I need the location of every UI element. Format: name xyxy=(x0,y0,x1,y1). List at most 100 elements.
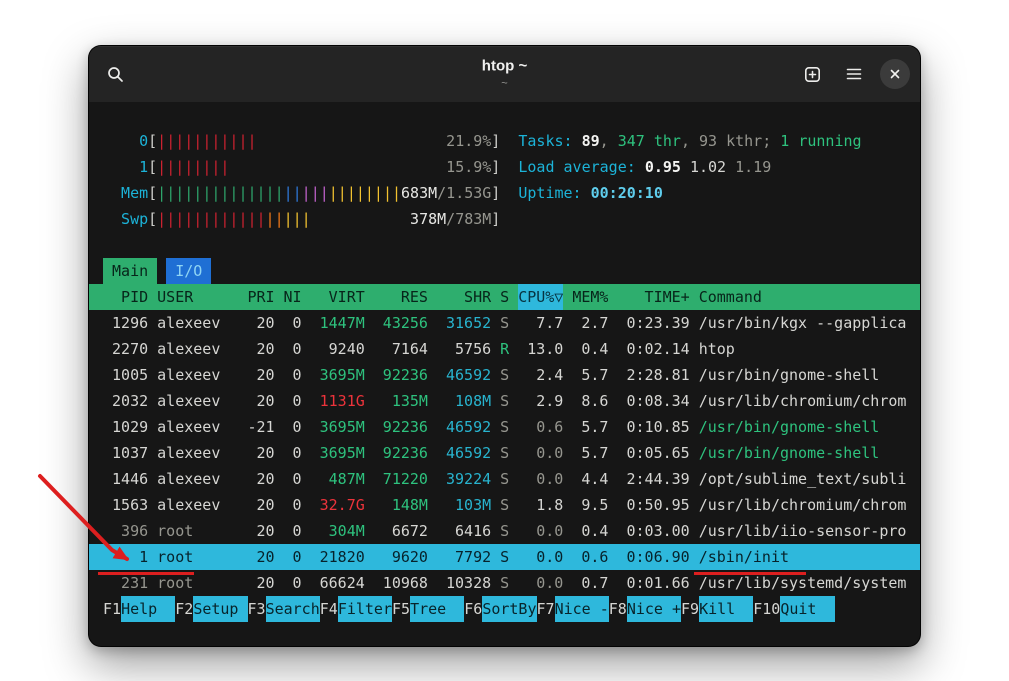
cell-time: 2:44.39 xyxy=(617,466,689,492)
cell-s: S xyxy=(500,544,509,570)
summary-segment: 1.02 xyxy=(690,158,735,176)
annotation-underline-pid xyxy=(98,572,194,575)
cell-pri: 20 xyxy=(247,310,274,336)
close-button[interactable] xyxy=(880,59,910,89)
cell-pri: -21 xyxy=(247,414,274,440)
cell-virt: 1131G xyxy=(311,388,365,414)
cell-res: 6672 xyxy=(374,518,428,544)
process-row[interactable]: 1005alexeev2003695M9223646592S2.45.72:28… xyxy=(89,362,920,388)
cell-res: 148M xyxy=(374,492,428,518)
column-header-time[interactable]: TIME+ xyxy=(617,284,689,310)
process-row[interactable]: 1037alexeev2003695M9223646592S0.05.70:05… xyxy=(89,440,920,466)
cell-cpu: 0.6 xyxy=(518,414,563,440)
cell-shr: 39224 xyxy=(437,466,491,492)
fnaction-tree[interactable]: Tree xyxy=(410,596,464,622)
cell-shr: 10328 xyxy=(437,570,491,596)
process-row-selected[interactable]: 1root2002182096207792S0.00.60:06.90/sbin… xyxy=(89,544,920,570)
cell-virt: 21820 xyxy=(311,544,365,570)
cell-time: 0:50.95 xyxy=(617,492,689,518)
new-tab-button[interactable] xyxy=(796,58,828,90)
column-header-shr[interactable]: SHR xyxy=(437,284,491,310)
meter-line-0: 0[||||||||||| 21.9%]Tasks: 89, 347 thr, … xyxy=(89,128,920,154)
column-header-cpu[interactable]: CPU%▽ xyxy=(518,284,563,310)
column-header-mem[interactable]: MEM% xyxy=(572,284,608,310)
cell-user: alexeev xyxy=(157,466,238,492)
fnaction-nice[interactable]: Nice + xyxy=(627,596,681,622)
cell-shr: 103M xyxy=(437,492,491,518)
meter-bar-green: |||||||||||||| xyxy=(157,184,283,202)
cell-command: /usr/lib/chromium/chromi xyxy=(699,492,906,518)
fnaction-search[interactable]: Search xyxy=(266,596,320,622)
cell-virt: 3695M xyxy=(311,362,365,388)
meter-close-bracket: ] xyxy=(491,128,500,154)
meter-track: ||||||||||| 21.9% xyxy=(157,128,491,154)
cell-mem: 0.4 xyxy=(572,518,608,544)
cell-time: 0:10.85 xyxy=(617,414,689,440)
process-row[interactable]: 2270alexeev200924071645756R13.00.40:02.1… xyxy=(89,336,920,362)
menu-button[interactable] xyxy=(838,58,870,90)
fnaction-help[interactable]: Help xyxy=(121,596,175,622)
blank-line xyxy=(89,232,920,258)
fnkey-f4: F4 xyxy=(320,596,338,622)
cell-user: alexeev xyxy=(157,492,238,518)
cell-command: /usr/bin/gnome-shell xyxy=(699,414,906,440)
process-row[interactable]: 1563alexeev20032.7G148M103MS1.89.50:50.9… xyxy=(89,492,920,518)
summary-segment: Tasks: xyxy=(518,132,581,150)
fnkey-f1: F1 xyxy=(103,596,121,622)
cell-cpu: 0.0 xyxy=(518,440,563,466)
meter-bar-red: ||||||||||| xyxy=(157,132,256,150)
cell-cpu: 2.4 xyxy=(518,362,563,388)
column-header-command[interactable]: Command xyxy=(699,284,906,310)
fnaction-nice[interactable]: Nice - xyxy=(555,596,609,622)
cell-ni: 0 xyxy=(284,492,302,518)
fnkey-f6: F6 xyxy=(464,596,482,622)
column-header-user[interactable]: USER xyxy=(157,284,238,310)
process-row[interactable]: 1029alexeev-2103695M9223646592S0.65.70:1… xyxy=(89,414,920,440)
meter-line-swp: Swp[||||||||||||||||| 378M/783M] xyxy=(89,206,920,232)
function-key-bar: F1Help F2Setup F3SearchF4FilterF5Tree F6… xyxy=(89,596,920,622)
column-header-ni[interactable]: NI xyxy=(284,284,302,310)
meter-label: 1 xyxy=(103,154,148,180)
process-row[interactable]: 2032alexeev2001131G135M108MS2.98.60:08.3… xyxy=(89,388,920,414)
meter-gap xyxy=(311,210,410,228)
column-header-s[interactable]: S xyxy=(500,284,509,310)
fnaction-kill[interactable]: Kill xyxy=(699,596,753,622)
process-list: 1296alexeev2001447M4325631652S7.72.70:23… xyxy=(89,310,920,596)
cell-res: 135M xyxy=(374,388,428,414)
meter-bar-purple: ||| xyxy=(302,184,329,202)
fnaction-sortby[interactable]: SortBy xyxy=(482,596,536,622)
tab-io[interactable]: I/O xyxy=(166,258,211,284)
column-header-pri[interactable]: PRI xyxy=(247,284,274,310)
desktop-background: htop ~ ~ xyxy=(0,0,1009,681)
summary-segment: 0.95 xyxy=(645,158,690,176)
cell-shr: 6416 xyxy=(437,518,491,544)
cell-virt: 3695M xyxy=(311,440,365,466)
fnaction-filter[interactable]: Filter xyxy=(338,596,392,622)
cell-shr: 46592 xyxy=(437,440,491,466)
summary-segment: 00:20:10 xyxy=(591,184,663,202)
search-button[interactable] xyxy=(99,58,131,90)
process-row[interactable]: 1296alexeev2001447M4325631652S7.72.70:23… xyxy=(89,310,920,336)
cell-user: alexeev xyxy=(157,414,238,440)
fnaction-quit[interactable]: Quit xyxy=(780,596,834,622)
fnkey-f2: F2 xyxy=(175,596,193,622)
cell-cpu: 0.0 xyxy=(518,466,563,492)
cell-ni: 0 xyxy=(284,310,302,336)
column-header-pid[interactable]: PID xyxy=(103,284,148,310)
process-row[interactable]: 1446alexeev200487M7122039224S0.04.42:44.… xyxy=(89,466,920,492)
meter-gap xyxy=(229,158,446,176)
process-row[interactable]: 396root200304M66726416S0.00.40:03.00/usr… xyxy=(89,518,920,544)
screen-tabs: Main I/O xyxy=(89,258,920,284)
cell-user: root xyxy=(157,518,238,544)
cell-mem: 5.7 xyxy=(572,362,608,388)
table-header-row: PID USER PRI NI VIRT RES SHR S CPU%▽ MEM% TIME+ Com… xyxy=(89,284,920,310)
fnaction-setup[interactable]: Setup xyxy=(193,596,247,622)
column-header-res[interactable]: RES xyxy=(374,284,428,310)
column-header-virt[interactable]: VIRT xyxy=(311,284,365,310)
tab-main[interactable]: Main xyxy=(103,258,157,284)
cell-res: 92236 xyxy=(374,440,428,466)
cell-pid: 2032 xyxy=(103,388,148,414)
cell-pid: 1029 xyxy=(103,414,148,440)
cell-ni: 0 xyxy=(284,518,302,544)
summary-segment: 1.19 xyxy=(735,158,771,176)
